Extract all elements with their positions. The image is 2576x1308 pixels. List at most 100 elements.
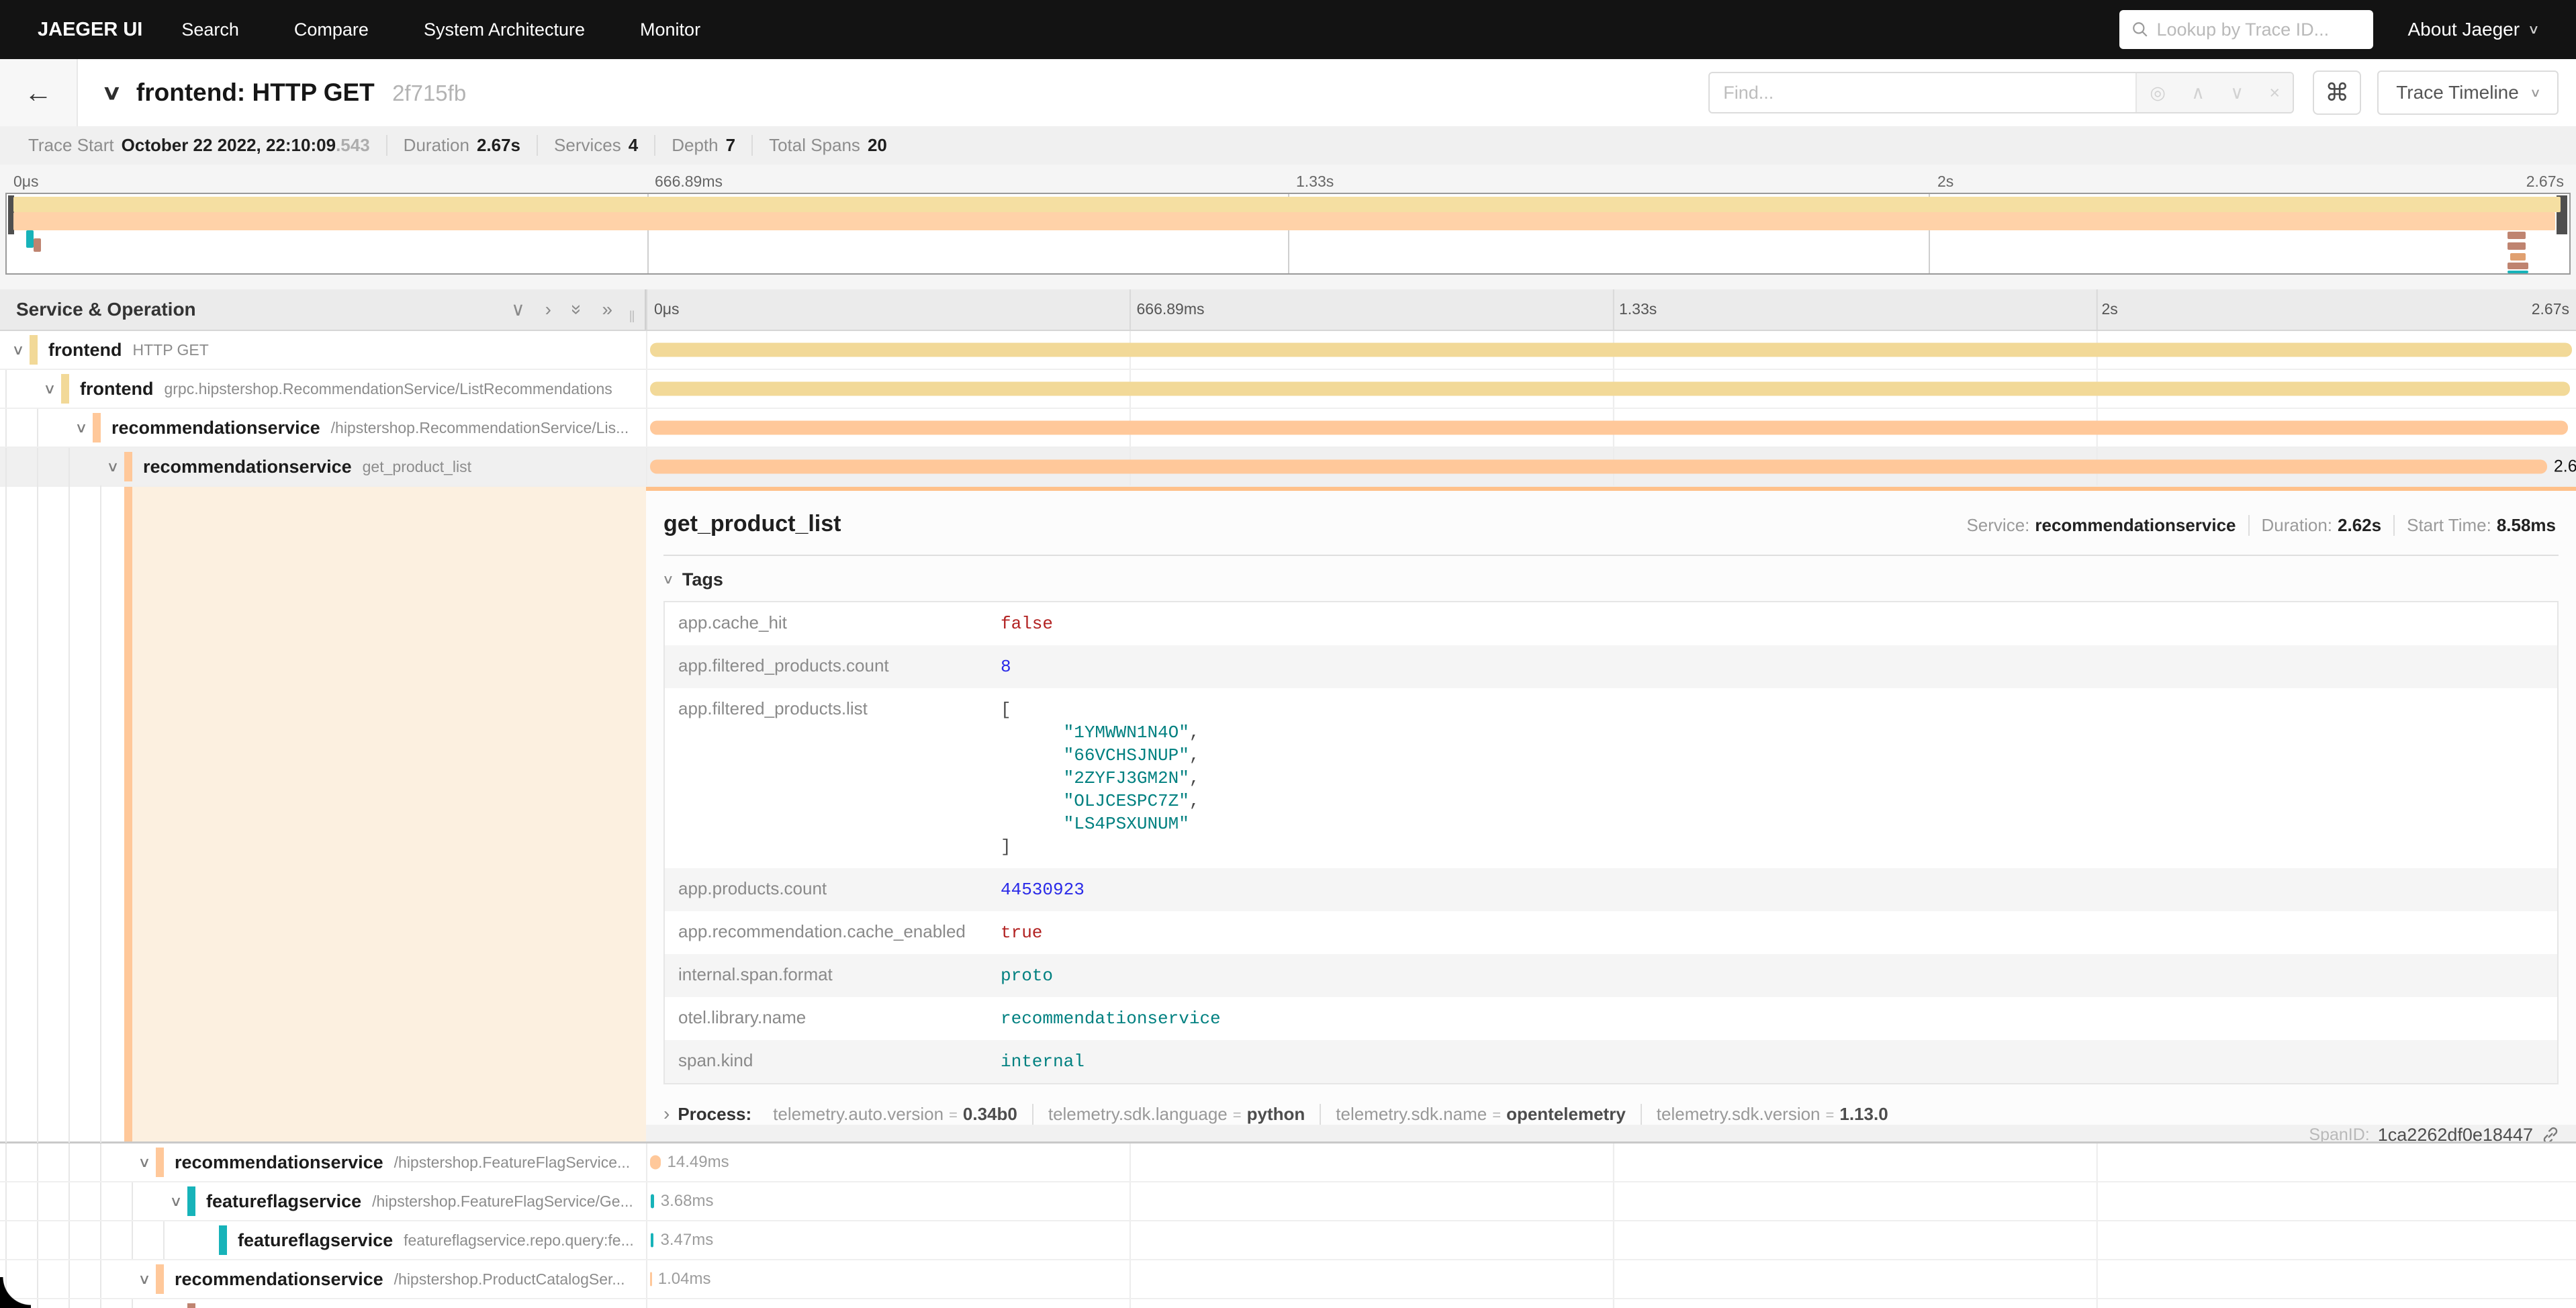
row-expand-caret-icon[interactable]: ∨ bbox=[36, 381, 64, 398]
tag-row[interactable]: app.cache_hitfalse bbox=[665, 602, 2557, 645]
summary-item: Depth7 bbox=[655, 135, 753, 156]
span-duration-bar[interactable] bbox=[650, 382, 2571, 396]
column-resizer-grip[interactable]: ‖ bbox=[629, 308, 635, 330]
span-name-cell[interactable]: ∨recommendationservice/hipstershop.Recom… bbox=[0, 409, 646, 447]
row-expand-caret-icon[interactable]: ∨ bbox=[130, 1271, 159, 1288]
process-section-toggle[interactable]: › Process: telemetry.auto.version=0.34b0… bbox=[663, 1103, 2559, 1125]
row-expand-caret-icon[interactable]: ∨ bbox=[130, 1154, 159, 1171]
nav-item-system-architecture[interactable]: System Architecture bbox=[424, 19, 585, 40]
span-id-label: SpanID: bbox=[2309, 1125, 2369, 1141]
service-operation-title: Service & Operation bbox=[16, 299, 491, 320]
span-name-cell[interactable]: ∨frontendgrpc.hipstershop.Recommendation… bbox=[0, 370, 646, 408]
tag-array-item: "1YMWWN1N4O" bbox=[1064, 722, 1189, 743]
keyboard-shortcuts-button[interactable]: ⌘ bbox=[2313, 71, 2361, 115]
row-expand-caret-icon[interactable]: ∨ bbox=[162, 1193, 191, 1210]
span-duration-bar[interactable] bbox=[650, 1272, 652, 1287]
service-color-strip bbox=[187, 1303, 195, 1308]
span-duration-bar[interactable] bbox=[650, 343, 2573, 357]
prev-match-icon[interactable]: ∧ bbox=[2191, 83, 2205, 103]
tags-section-toggle[interactable]: ∨ Tags bbox=[663, 569, 2559, 590]
equals-sign: = bbox=[949, 1107, 958, 1123]
process-key: telemetry.sdk.version bbox=[1657, 1104, 1821, 1124]
minimap-span-bar bbox=[2508, 242, 2526, 250]
tag-value: proto bbox=[1001, 954, 1053, 997]
nav-item-compare[interactable]: Compare bbox=[294, 19, 369, 40]
focus-match-icon[interactable]: ◎ bbox=[2150, 83, 2166, 103]
summary-item: Services4 bbox=[538, 135, 655, 156]
tag-row[interactable]: app.recommendation.cache_enabledtrue bbox=[665, 911, 2557, 954]
find-controls: ◎ ∧ ∨ × bbox=[2135, 73, 2293, 112]
span-bar-cell[interactable] bbox=[646, 409, 2576, 447]
nav-item-monitor[interactable]: Monitor bbox=[640, 19, 700, 40]
copy-link-icon[interactable] bbox=[2541, 1126, 2560, 1142]
span-name-cell[interactable]: ∨ bbox=[0, 1299, 646, 1308]
tag-row[interactable]: app.products.count44530923 bbox=[665, 868, 2557, 911]
minimap-tick-label: 2.67s bbox=[2526, 173, 2564, 191]
row-expand-caret-icon[interactable]: ∨ bbox=[4, 342, 33, 359]
summary-value: 7 bbox=[726, 135, 735, 156]
operation-name: featureflagservice.repo.query:fe... bbox=[404, 1231, 634, 1250]
span-name-cell[interactable]: ∨featureflagservice/hipstershop.FeatureF… bbox=[0, 1182, 646, 1220]
span-name-cell[interactable]: ∨recommendationserviceget_product_list bbox=[0, 448, 646, 485]
tag-row[interactable]: internal.span.formatproto bbox=[665, 954, 2557, 997]
span-bar-cell[interactable]: 14.49ms bbox=[646, 1143, 2576, 1181]
tag-row[interactable]: app.filtered_products.list[ "1YMWWN1N4O"… bbox=[665, 688, 2557, 868]
tag-value-text: internal bbox=[1001, 1052, 1085, 1072]
span-name-cell[interactable]: featureflagservice featureflagservice.rep… bbox=[0, 1221, 646, 1259]
collapse-all-icon[interactable]: » bbox=[567, 304, 586, 315]
screen-corner bbox=[0, 1277, 31, 1308]
span-duration-bar[interactable] bbox=[651, 1233, 653, 1248]
span-detail-highlight[interactable] bbox=[132, 487, 646, 1141]
span-duration-label: 3.47ms bbox=[660, 1231, 713, 1250]
about-jaeger-menu[interactable]: About Jaeger ∨ bbox=[2408, 19, 2539, 40]
span-detail-row: get_product_list Service:recommendations… bbox=[0, 487, 2576, 1143]
expand-one-icon[interactable]: › bbox=[545, 300, 551, 319]
process-item: telemetry.sdk.language=python bbox=[1033, 1104, 1321, 1125]
span-name-cell[interactable]: ∨recommendationservice/hipstershop.Featu… bbox=[0, 1143, 646, 1181]
back-button[interactable]: ← bbox=[0, 59, 78, 126]
collapse-one-icon[interactable]: ∨ bbox=[511, 300, 525, 319]
minimap-canvas[interactable] bbox=[5, 193, 2571, 275]
span-bar-cell[interactable] bbox=[646, 1299, 2576, 1308]
expand-all-icon[interactable]: » bbox=[602, 300, 613, 319]
trace-id-short: 2f715fb bbox=[392, 81, 466, 105]
minimap-span-bar bbox=[13, 212, 2555, 230]
find-input[interactable]: Find... bbox=[1710, 73, 2135, 112]
process-item: telemetry.sdk.version=1.13.0 bbox=[1642, 1104, 1903, 1125]
service-name: featureflagservice bbox=[238, 1230, 393, 1251]
tags-section-title: Tags bbox=[682, 569, 723, 590]
span-duration-bar[interactable] bbox=[650, 1156, 661, 1170]
span-bar-cell[interactable]: 3.47ms bbox=[646, 1221, 2576, 1259]
row-expand-caret-icon[interactable]: ∨ bbox=[99, 459, 128, 475]
span-bar-cell[interactable]: 2.62s bbox=[646, 448, 2576, 485]
process-value: 1.13.0 bbox=[1839, 1104, 1888, 1124]
tag-row[interactable]: app.filtered_products.count8 bbox=[665, 645, 2557, 688]
trace-view-selector[interactable]: Trace Timeline ∨ bbox=[2377, 71, 2559, 115]
tag-row[interactable]: span.kindinternal bbox=[665, 1040, 2557, 1083]
span-name-cell[interactable]: ∨frontendHTTP GET bbox=[0, 331, 646, 369]
span-duration-bar[interactable] bbox=[650, 460, 2547, 474]
span-bar-cell[interactable]: 1.04ms bbox=[646, 1260, 2576, 1298]
jaeger-logo[interactable]: JAEGER UI bbox=[38, 19, 142, 41]
clear-find-icon[interactable]: × bbox=[2269, 83, 2280, 103]
span-bar-cell[interactable] bbox=[646, 370, 2576, 408]
span-row: ∨frontendgrpc.hipstershop.Recommendation… bbox=[0, 370, 2576, 409]
span-detail-header: get_product_list Service:recommendations… bbox=[663, 511, 2559, 537]
next-match-icon[interactable]: ∨ bbox=[2230, 83, 2244, 103]
span-name-cell[interactable]: ∨recommendationservice/hipstershop.Produ… bbox=[0, 1260, 646, 1298]
span-bar-cell[interactable]: 3.68ms bbox=[646, 1182, 2576, 1220]
tag-array-item: "OLJCESPC7Z" bbox=[1064, 791, 1189, 811]
trace-collapse-caret-icon[interactable]: ∨ bbox=[101, 81, 122, 105]
row-expand-caret-icon[interactable]: ∨ bbox=[67, 420, 96, 436]
indent-guides bbox=[0, 370, 32, 408]
operation-name: get_product_list bbox=[363, 458, 471, 476]
nav-item-search[interactable]: Search bbox=[181, 19, 239, 40]
span-duration-bar[interactable] bbox=[650, 421, 2569, 435]
span-service: Service:recommendationservice bbox=[1954, 515, 2249, 536]
timeline-column-header: Service & Operation ∨ › » » ‖ 0μs666.89m… bbox=[0, 289, 2576, 331]
span-duration-bar[interactable] bbox=[651, 1195, 654, 1209]
trace-id-lookup-input[interactable]: Lookup by Trace ID... bbox=[2119, 10, 2373, 49]
tag-row[interactable]: otel.library.namerecommendationservice bbox=[665, 997, 2557, 1040]
operation-name: HTTP GET bbox=[132, 341, 208, 359]
span-bar-cell[interactable] bbox=[646, 331, 2576, 369]
